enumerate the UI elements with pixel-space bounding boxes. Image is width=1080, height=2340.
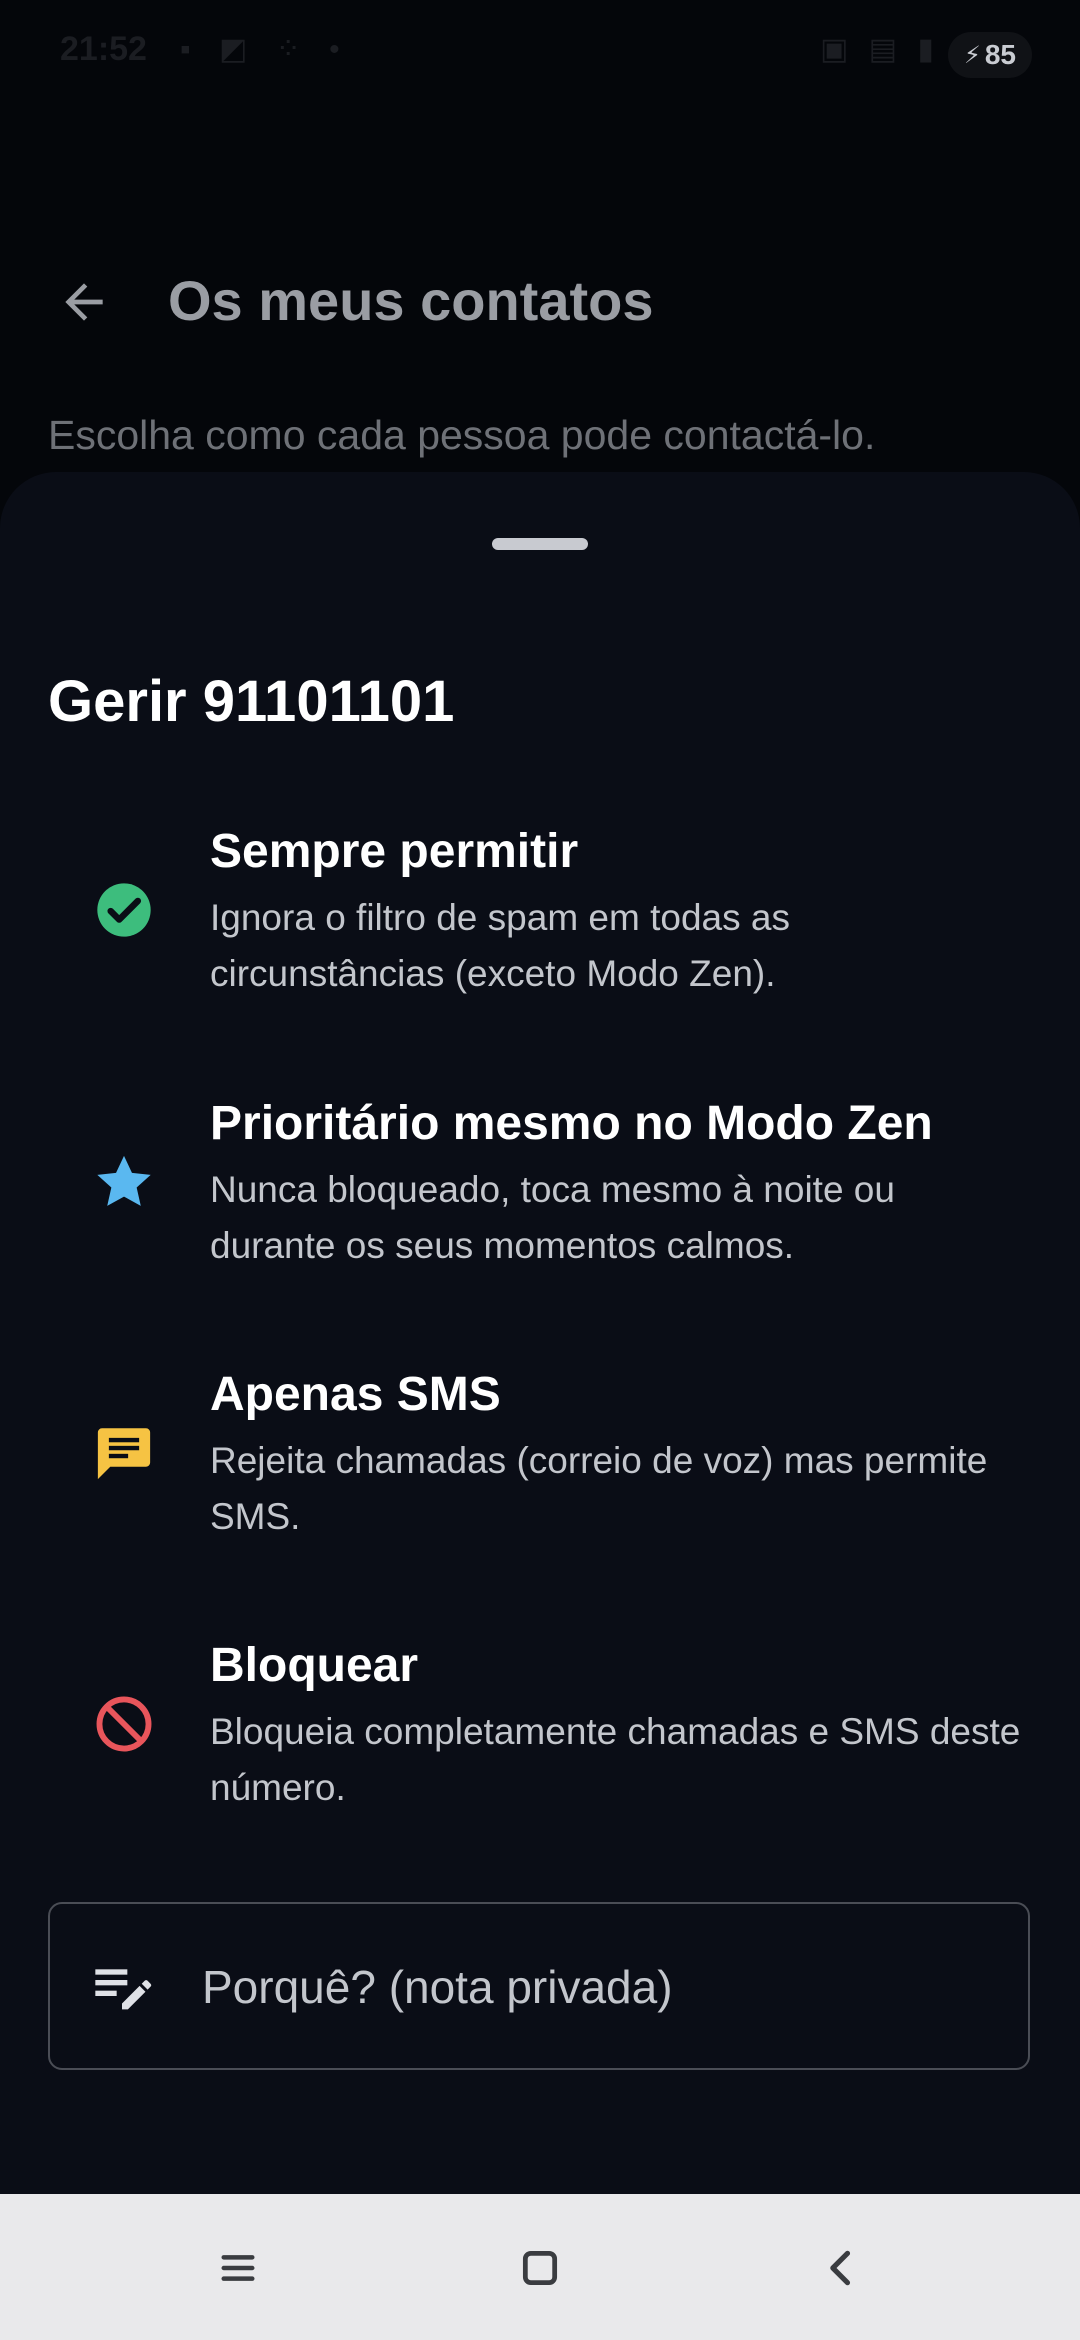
- drag-handle[interactable]: [492, 538, 588, 550]
- arrow-back-icon: [65, 283, 103, 321]
- star-icon: [88, 1146, 160, 1218]
- option-title: Sempre permitir: [210, 825, 579, 878]
- status-bar: 21:52 ▪ ◩ ⁘ • ▣ ▤ ▮ ⚡ 85: [0, 0, 1080, 110]
- manage-contact-sheet: Gerir 91101101 Sempre permitir Ignora o …: [0, 472, 1080, 2194]
- option-sms-only[interactable]: Apenas SMS Rejeita chamadas (correio de …: [48, 1367, 1038, 1567]
- menu-icon: [221, 2255, 255, 2281]
- page-subtitle: Escolha como cada pessoa pode contactá-l…: [48, 412, 876, 458]
- page-title: Os meus contatos: [168, 269, 654, 332]
- edit-note-icon: [95, 1969, 152, 2010]
- home-square-icon: [522, 2250, 558, 2286]
- private-note-input[interactable]: [202, 1944, 982, 2030]
- option-title: Prioritário mesmo no Modo Zen: [210, 1097, 933, 1150]
- nav-back-button[interactable]: [806, 2232, 878, 2304]
- option-description: Ignora o filtro de spam em todas as circ…: [210, 897, 790, 994]
- check-circle-icon: [88, 874, 160, 946]
- private-note-field[interactable]: [48, 1902, 1030, 2070]
- option-description: Bloqueia completamente chamadas e SMS de…: [210, 1711, 1021, 1808]
- system-navigation-bar: [0, 2194, 1080, 2340]
- sheet-title: Gerir 91101101: [48, 669, 455, 734]
- option-always-allow[interactable]: Sempre permitir Ignora o filtro de spam …: [48, 824, 1038, 1024]
- option-block[interactable]: Bloquear Bloqueia completamente chamadas…: [48, 1638, 1038, 1838]
- option-title: Apenas SMS: [210, 1368, 501, 1421]
- back-chevron-icon: [830, 2250, 851, 2286]
- battery-indicator: ⚡ 85: [948, 32, 1032, 78]
- option-description: Rejeita chamadas (correio de voz) mas pe…: [210, 1440, 988, 1537]
- back-button[interactable]: [48, 270, 120, 334]
- status-time: 21:52: [60, 30, 147, 68]
- block-icon: [88, 1688, 160, 1760]
- option-title: Bloquear: [210, 1639, 419, 1692]
- app-bar: Os meus contatos: [0, 240, 1080, 360]
- status-notification-icons: ▪ ◩ ⁘ •: [180, 33, 350, 66]
- charging-bolt-icon: ⚡: [963, 41, 981, 69]
- message-icon: [88, 1417, 160, 1489]
- battery-level: 85: [984, 39, 1016, 70]
- home-button[interactable]: [504, 2232, 576, 2304]
- recent-apps-button[interactable]: [202, 2232, 274, 2304]
- option-priority-zen[interactable]: Prioritário mesmo no Modo Zen Nunca bloq…: [48, 1096, 1038, 1296]
- status-signal-icons: ▣ ▤ ▮: [820, 33, 940, 66]
- option-description: Nunca bloqueado, toca mesmo à noite ou d…: [210, 1169, 895, 1266]
